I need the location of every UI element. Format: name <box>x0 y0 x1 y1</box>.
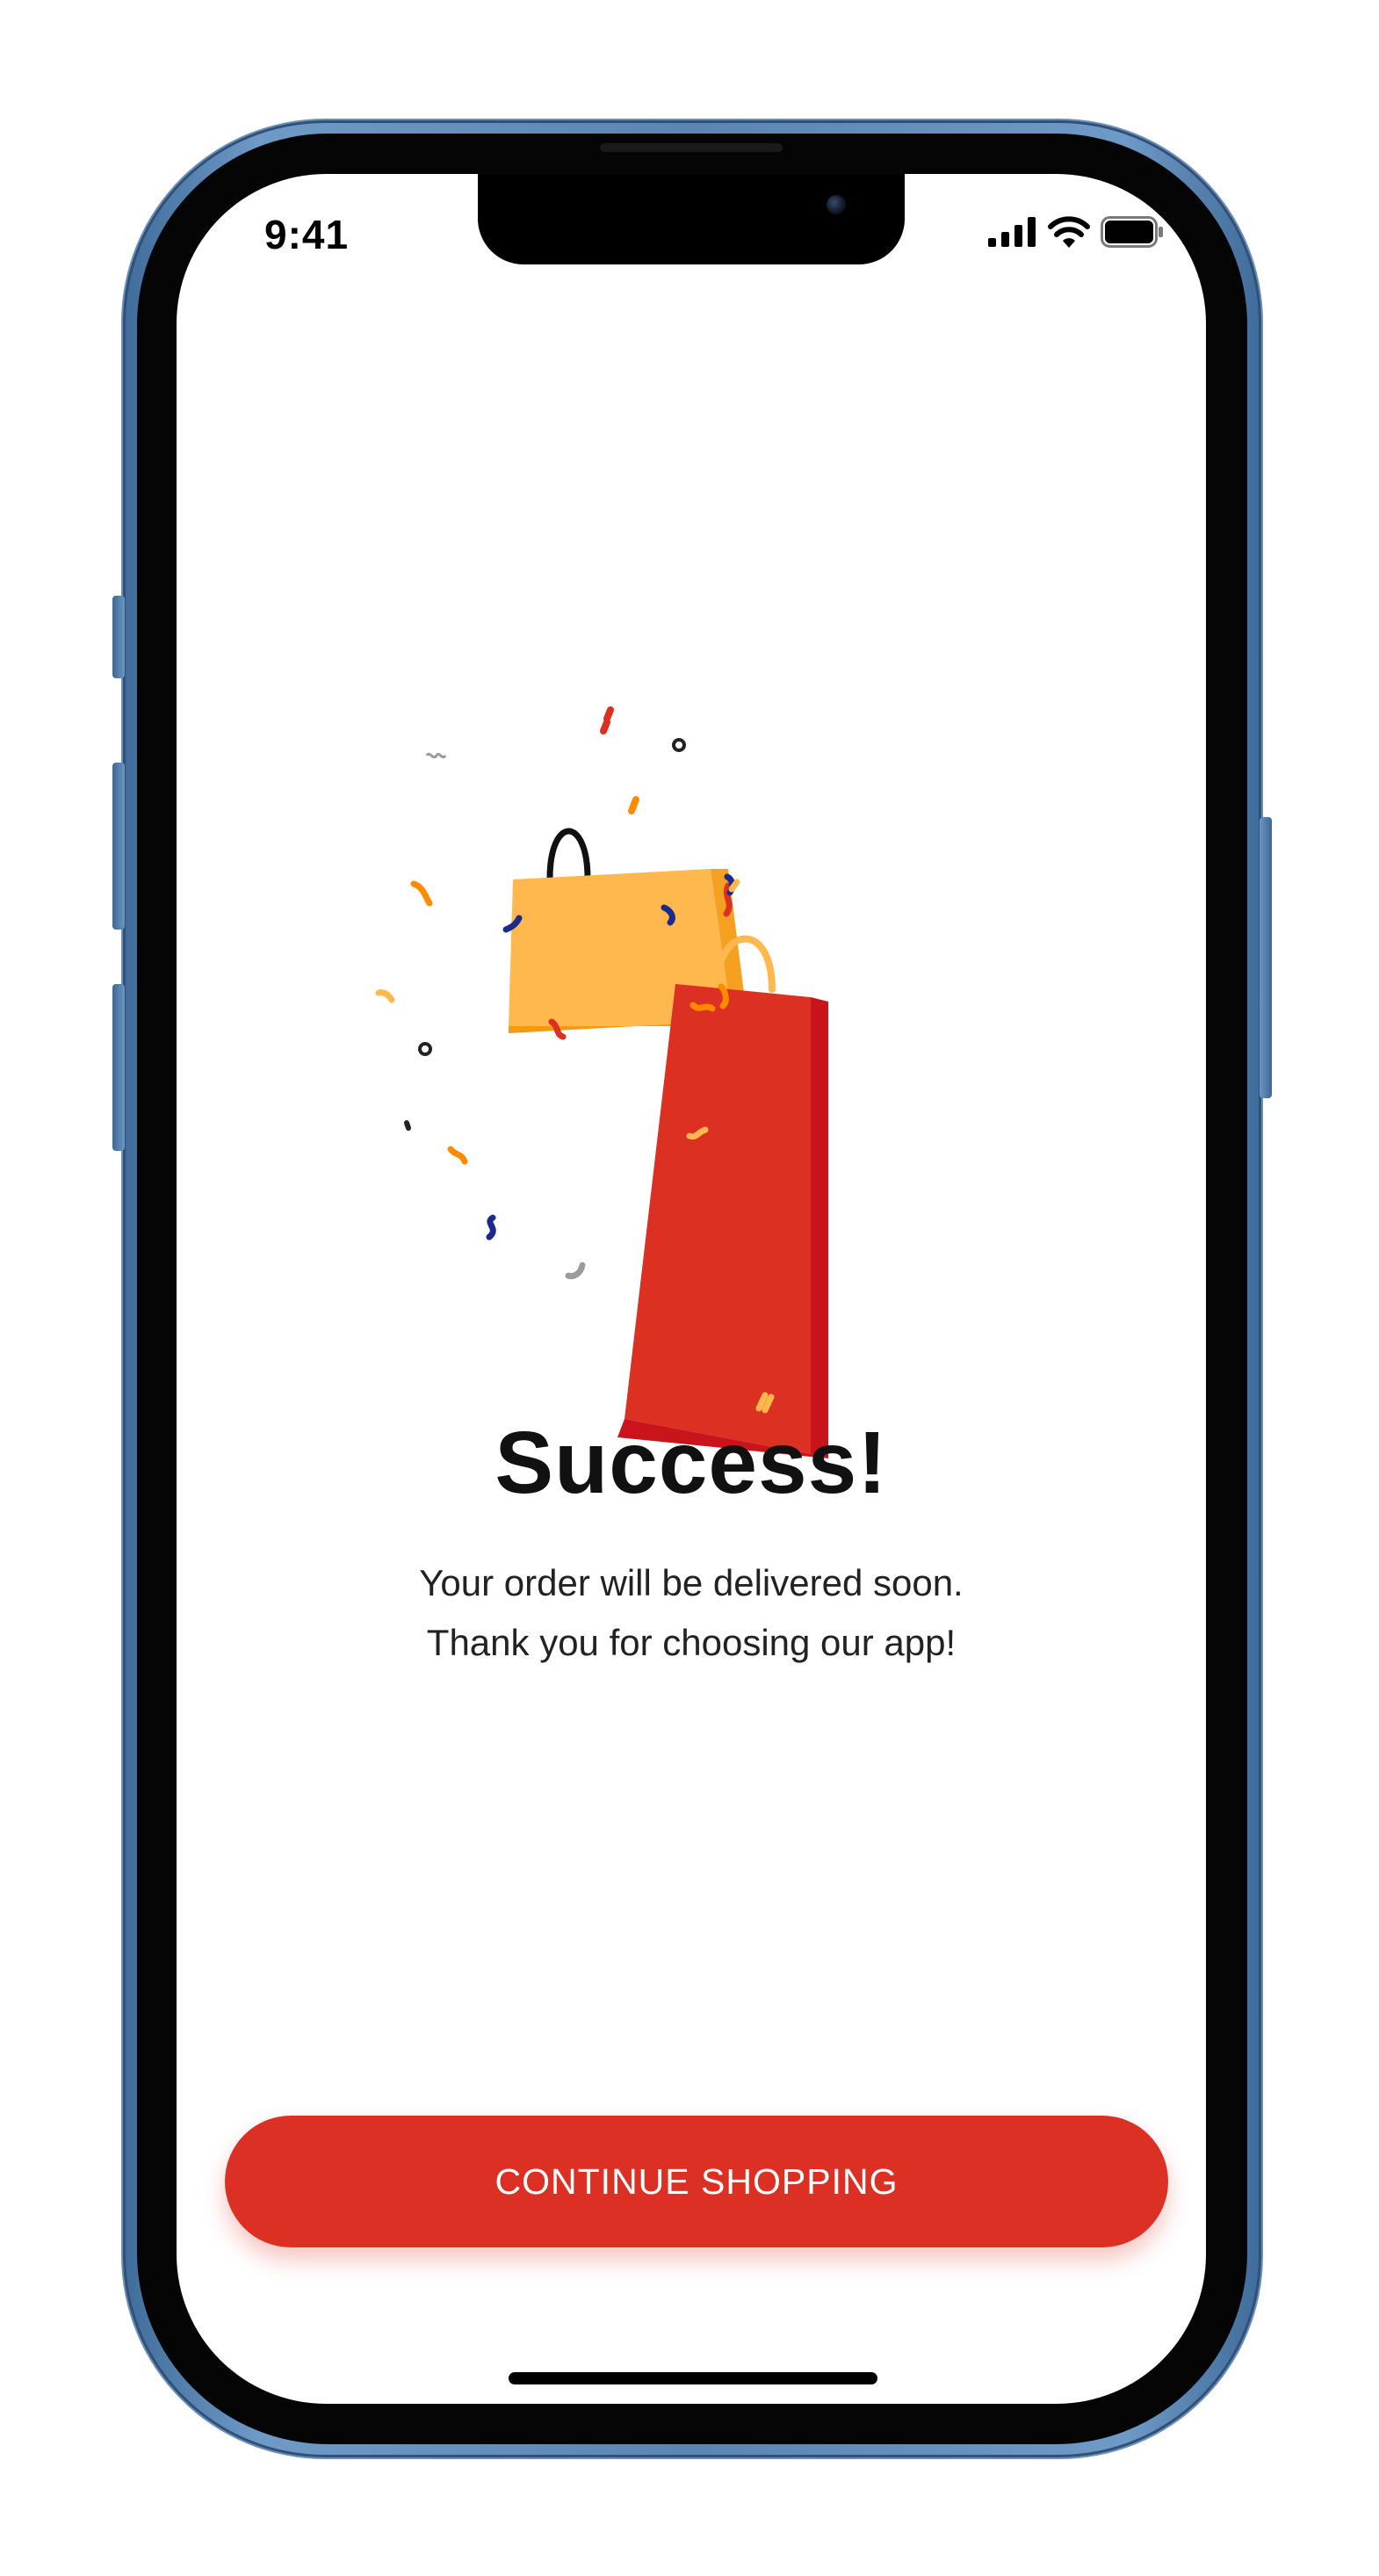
shopping-bags-confetti-illustration <box>375 706 828 1458</box>
earpiece-speaker <box>600 143 783 152</box>
confetti-squiggle-icon <box>425 752 447 759</box>
device-mockup: 9:41 Success! Your order will be deliver… <box>0 0 1379 2576</box>
home-indicator[interactable] <box>509 2372 877 2384</box>
front-camera-icon <box>827 195 846 214</box>
notch <box>478 174 905 264</box>
wifi-icon <box>1048 216 1090 248</box>
continue-shopping-button[interactable]: CONTINUE SHOPPING <box>225 2116 1168 2247</box>
success-title: Success! <box>495 1414 888 1512</box>
cellular-signal-icon <box>988 217 1036 247</box>
volume-down-button <box>112 984 125 1151</box>
status-icons <box>988 216 1164 248</box>
silent-switch <box>112 596 125 678</box>
app-screen: 9:41 Success! Your order will be deliver… <box>177 174 1206 2404</box>
status-time: 9:41 <box>264 212 350 257</box>
success-message: Your order will be delivered soon. Thank… <box>177 1553 1206 1673</box>
power-button <box>1260 817 1272 1098</box>
success-message-line-2: Thank you for choosing our app! <box>426 1622 957 1663</box>
volume-up-button <box>112 763 125 930</box>
confetti-ring-icon <box>672 738 686 752</box>
success-message-line-1: Your order will be delivered soon. <box>419 1562 964 1603</box>
confetti-ring-icon <box>418 1042 432 1056</box>
battery-icon <box>1101 216 1163 248</box>
